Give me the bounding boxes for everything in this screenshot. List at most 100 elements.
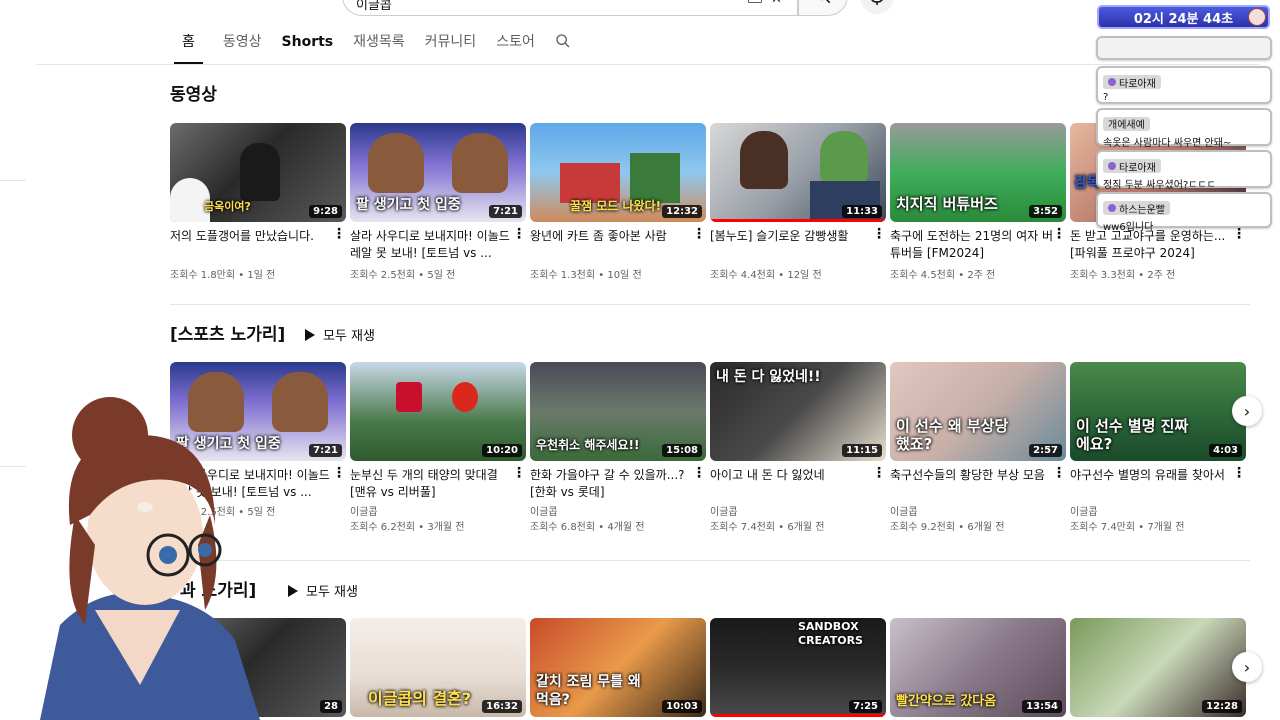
tab-videos[interactable]: 동영상 <box>223 24 262 64</box>
play-icon <box>305 328 315 341</box>
search-button[interactable] <box>798 0 848 16</box>
duration-badge: 11:33 <box>842 205 882 218</box>
vtuber-avatar <box>40 397 260 720</box>
video-card[interactable]: 이글콥의 결혼? 16:32 <box>350 618 526 717</box>
tab-community[interactable]: 커뮤니티 <box>425 24 477 64</box>
video-thumbnail[interactable]: SANDBOX CREATORS 7:25 <box>710 618 886 717</box>
video-meta: 조회수 4.4천회 • 12일 전 <box>710 270 822 281</box>
video-card[interactable]: 우천취소 해주세요!! 15:08 한화 가을야구 갈 수 있을까...? [한… <box>530 362 706 535</box>
video-thumbnail[interactable]: 팔 생기고 첫 입중 7:21 <box>350 123 526 222</box>
video-card[interactable]: SANDBOX CREATORS 7:25 <box>710 618 886 717</box>
more-options-icon[interactable]: ⋮ <box>1232 466 1246 480</box>
more-options-icon[interactable]: ⋮ <box>332 227 346 241</box>
video-thumbnail[interactable]: 10:20 <box>350 362 526 461</box>
carousel-next-button[interactable]: › <box>1232 652 1262 682</box>
video-channel[interactable]: 이글콥 <box>530 505 706 520</box>
play-all-button[interactable]: 모두 재생 <box>288 581 358 600</box>
tab-playlists[interactable]: 재생목록 <box>353 24 405 64</box>
more-options-icon[interactable]: ⋮ <box>1052 227 1066 241</box>
video-channel[interactable]: 이글콥 <box>710 505 886 520</box>
tab-shorts[interactable]: Shorts <box>282 24 334 64</box>
video-thumbnail[interactable]: 이 선수 왜 부상당했죠? 2:57 <box>890 362 1066 461</box>
duration-badge: 10:20 <box>482 444 522 457</box>
heart-icon <box>1108 204 1116 212</box>
video-card[interactable]: 갈치 조림 무를 왜 먹음? 10:03 <box>530 618 706 717</box>
video-card[interactable]: 빨간약으로 갔다옴 13:54 <box>890 618 1066 717</box>
video-thumbnail[interactable]: 내 돈 다 잃었네!! 11:15 <box>710 362 886 461</box>
thumbnail-text: 이 선수 왜 부상당했죠? <box>896 417 1009 453</box>
video-title[interactable]: 돈 받고 고교야구를 운영하는... [파워풀 프로야구 2024] <box>1070 228 1246 262</box>
more-options-icon[interactable]: ⋮ <box>872 227 886 241</box>
duration-badge: 3:52 <box>1029 205 1062 218</box>
video-title[interactable]: [봄누도] 슬기로운 감빵생활 <box>710 228 886 262</box>
clear-icon[interactable]: ✕ <box>771 0 782 7</box>
more-options-icon[interactable]: ⋮ <box>692 466 706 480</box>
video-thumbnail[interactable]: 이 선수 별명 진짜에요? 4:03 <box>1070 362 1246 461</box>
chat-message: 개에새예 속옷은 사람마다 싸우면 안돼~ <box>1096 108 1272 149</box>
video-thumbnail[interactable]: 이글콥의 결혼? 16:32 <box>350 618 526 717</box>
play-all-button[interactable]: 모두 재생 <box>305 325 375 344</box>
chat-username-text: 하스는운빨 <box>1119 204 1165 216</box>
section-title[interactable]: [스포츠 노가리] <box>170 320 285 345</box>
video-title[interactable]: 왕년에 카트 좀 좋아본 사람 <box>530 228 706 262</box>
section-title[interactable]: 동영상 <box>170 80 217 105</box>
video-card[interactable]: 10:20 눈부신 두 개의 태양의 맞대결 [맨유 vs 리버풀] 이글콥 조… <box>350 362 526 535</box>
tab-store[interactable]: 스토어 <box>496 24 535 64</box>
video-meta: 조회수 1.3천회 • 10일 전 <box>530 270 642 281</box>
duration-badge: 7:21 <box>489 205 522 218</box>
video-card[interactable]: 11:33 [봄누도] 슬기로운 감빵생활 조회수 4.4천회 • 12일 전 … <box>710 123 886 283</box>
more-options-icon[interactable]: ⋮ <box>872 466 886 480</box>
carousel-next-button[interactable]: › <box>1232 396 1262 426</box>
chat-message: 타로아재 정직 두분 싸우셨어?ㄷㄷㄷ <box>1096 150 1272 191</box>
thumbnail-text: 팔 생기고 첫 입중 <box>356 197 461 213</box>
search-bar[interactable] <box>342 0 798 16</box>
chat-text: ? <box>1103 92 1109 103</box>
video-card[interactable]: 치지직 버튜버즈 3:52 축구에 도전하는 21명의 여자 버튜버들 [FM2… <box>890 123 1066 283</box>
voice-search-button[interactable] <box>860 0 894 14</box>
video-card[interactable]: 이 선수 별명 진짜에요? 4:03 야구선수 별명의 유래를 찾아서 이글콥 … <box>1070 362 1246 535</box>
chat-username-text: 개에새예 <box>1108 120 1145 131</box>
video-thumbnail[interactable]: 치지직 버튜버즈 3:52 <box>890 123 1066 222</box>
more-options-icon[interactable]: ⋮ <box>1052 466 1066 480</box>
video-thumbnail[interactable]: 11:33 <box>710 123 886 222</box>
tab-home[interactable]: 홈 <box>174 24 203 64</box>
video-title[interactable]: 야구선수 별명의 유래를 찾아서 <box>1070 467 1246 501</box>
tabs-divider <box>36 64 1260 65</box>
video-thumbnail[interactable]: 우천취소 해주세요!! 15:08 <box>530 362 706 461</box>
video-meta: 조회수 2.5천회 • 5일 전 <box>350 270 456 281</box>
keyboard-icon[interactable] <box>748 0 762 3</box>
video-card[interactable]: 이 선수 왜 부상당했죠? 2:57 축구선수들의 황당한 부상 모음 이글콥 … <box>890 362 1066 535</box>
video-thumbnail[interactable]: 빨간약으로 갔다옴 13:54 <box>890 618 1066 717</box>
video-card[interactable]: 내 돈 다 잃었네!! 11:15 아이고 내 돈 다 잃었네 이글콥 조회수 … <box>710 362 886 535</box>
video-title[interactable]: 저의 도플갱어를 만났습니다. <box>170 228 346 262</box>
video-thumbnail[interactable]: 금옥이여? 9:28 <box>170 123 346 222</box>
video-thumbnail[interactable]: 12:28 <box>1070 618 1246 717</box>
section-divider <box>170 560 1250 561</box>
video-meta: 조회수 4.5천회 • 2주 전 <box>890 270 996 281</box>
video-thumbnail[interactable]: 꿀잼 모드 나왔다! 12:32 <box>530 123 706 222</box>
video-card[interactable]: 팔 생기고 첫 입중 7:21 살라 사우디로 보내지마! 이놀드 레알 못 보… <box>350 123 526 283</box>
stream-timer: 02시 24분 44초 <box>1097 5 1270 29</box>
video-title[interactable]: 축구선수들의 황당한 부상 모음 <box>890 467 1066 501</box>
more-options-icon[interactable]: ⋮ <box>332 466 346 480</box>
more-options-icon[interactable]: ⋮ <box>692 227 706 241</box>
duration-badge: 12:28 <box>1202 700 1242 713</box>
video-title[interactable]: 눈부신 두 개의 태양의 맞대결 [맨유 vs 리버풀] <box>350 467 526 501</box>
video-thumbnail[interactable]: 갈치 조림 무를 왜 먹음? 10:03 <box>530 618 706 717</box>
video-title[interactable]: 한화 가을야구 갈 수 있을까...? [한화 vs 롯데] <box>530 467 706 501</box>
video-title[interactable]: 살라 사우디로 보내지마! 이놀드 레알 못 보내! [토트넘 vs ... <box>350 228 526 262</box>
thumbnail-text: 이글콥의 결혼? <box>368 689 472 708</box>
video-card[interactable]: 금옥이여? 9:28 저의 도플갱어를 만났습니다. 조회수 1.8만회 • 1… <box>170 123 346 283</box>
more-options-icon[interactable]: ⋮ <box>512 466 526 480</box>
video-channel[interactable]: 이글콥 <box>890 505 1066 520</box>
video-card[interactable]: 12:28 <box>1070 618 1246 717</box>
channel-search-icon[interactable] <box>555 26 571 63</box>
search-input[interactable]: 이글콥 <box>356 0 392 13</box>
more-options-icon[interactable]: ⋮ <box>512 227 526 241</box>
video-channel[interactable]: 이글콥 <box>350 505 526 520</box>
video-title[interactable]: 아이고 내 돈 다 잃었네 <box>710 467 886 501</box>
video-channel[interactable]: 이글콥 <box>1070 505 1246 520</box>
video-title[interactable]: 축구에 도전하는 21명의 여자 버튜버들 [FM2024] <box>890 228 1066 262</box>
play-all-label: 모두 재생 <box>323 329 375 344</box>
video-card[interactable]: 꿀잼 모드 나왔다! 12:32 왕년에 카트 좀 좋아본 사람 조회수 1.3… <box>530 123 706 283</box>
